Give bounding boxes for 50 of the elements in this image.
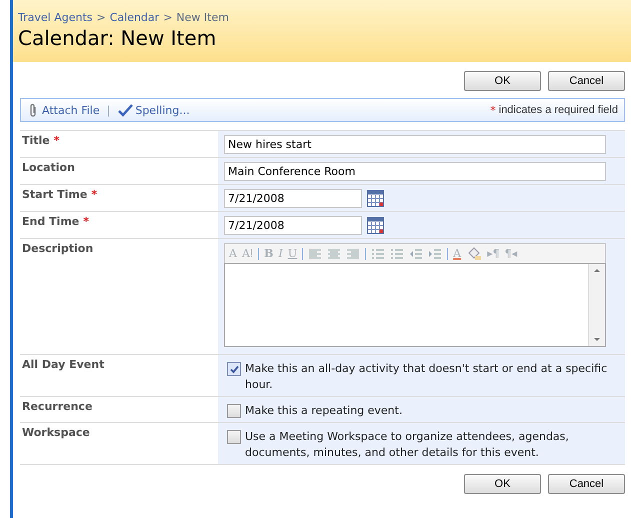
checkbox[interactable] — [227, 404, 241, 418]
required-asterisk: * — [91, 188, 98, 201]
breadcrumb-current: New Item — [176, 11, 229, 24]
numbered-list-icon[interactable] — [371, 248, 386, 260]
spelling-link[interactable]: Spelling... — [135, 104, 190, 116]
description-field[interactable] — [224, 263, 606, 347]
breadcrumb-link[interactable]: Travel Agents — [18, 11, 92, 24]
ok-button[interactable]: OK — [464, 474, 541, 494]
check-mark-icon — [117, 103, 134, 117]
align-icon[interactable] — [308, 248, 322, 260]
date-field[interactable]: 7/21/2008 — [224, 189, 362, 208]
required-field-note: indicates a required field — [498, 104, 618, 116]
paint-bucket-icon[interactable] — [466, 246, 482, 260]
field-label: Location — [22, 161, 75, 174]
checkbox-label: Make this a repeating event. — [245, 403, 402, 419]
required-asterisk: * — [490, 104, 496, 116]
cancel-button[interactable]: Cancel — [548, 71, 625, 91]
field-label: All Day Event — [22, 358, 104, 371]
breadcrumb-link[interactable]: Calendar — [110, 11, 160, 24]
align-icon[interactable] — [346, 248, 360, 260]
calendar-icon[interactable] — [367, 217, 384, 234]
page-title: Calendar: New Item — [18, 26, 218, 50]
cancel-button[interactable]: Cancel — [548, 474, 625, 494]
field-label: Title — [22, 134, 50, 147]
field-label: Start Time — [22, 188, 88, 201]
breadcrumb-separator: > — [163, 11, 172, 24]
align-icon[interactable] — [327, 248, 342, 260]
field-label: Workspace — [22, 426, 90, 439]
bullet-list-icon[interactable] — [390, 248, 404, 260]
breadcrumb-separator: > — [96, 11, 106, 24]
date-field[interactable]: 7/21/2008 — [224, 216, 362, 235]
calendar-icon[interactable] — [367, 190, 384, 207]
text-field[interactable]: Main Conference Room — [224, 162, 606, 181]
required-asterisk: * — [54, 134, 60, 147]
checkbox-label: Make this an all-day activity that doesn't start or end at a specific hour. — [245, 361, 608, 393]
field-label: Recurrence — [22, 400, 92, 413]
toolbar-separator: | — [106, 104, 110, 116]
field-label: Description — [22, 242, 94, 255]
attach-file-link[interactable]: Attach File — [42, 104, 100, 116]
checkbox[interactable] — [227, 362, 241, 376]
outdent-icon[interactable] — [409, 248, 424, 260]
paperclip-icon — [29, 102, 37, 118]
ok-button[interactable]: OK — [464, 71, 541, 91]
required-asterisk: * — [83, 215, 90, 228]
checkbox-label: Use a Meeting Workspace to organize attendees, agendas, documents, minutes, and other details for this event. — [245, 429, 570, 461]
scrollbar[interactable] — [588, 264, 605, 346]
checkbox[interactable] — [227, 430, 241, 444]
text-field[interactable]: New hires start — [224, 135, 606, 154]
indent-icon[interactable] — [428, 248, 442, 260]
field-label: End Time — [22, 215, 80, 228]
